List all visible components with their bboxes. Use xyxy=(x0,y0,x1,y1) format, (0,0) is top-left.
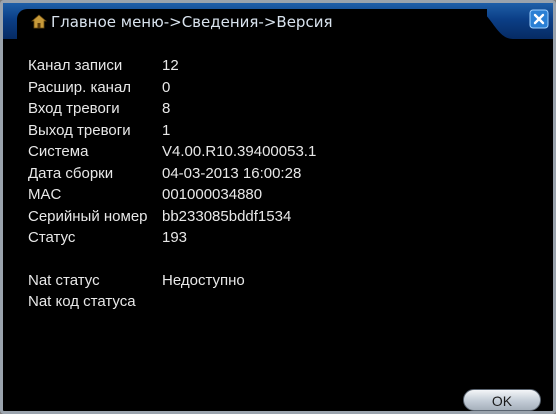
nat-status-label: Nat статус xyxy=(28,271,100,289)
info-value: 12 xyxy=(162,57,179,74)
info-label: Статус xyxy=(28,229,76,246)
info-value: 001000034880 xyxy=(162,186,263,203)
info-row-record-channels: Канал записи 12 xyxy=(28,55,316,77)
info-list: Канал записи 12 Расшир. канал 0 Вход тре… xyxy=(28,55,316,313)
info-label: Канал записи xyxy=(28,57,123,74)
info-value: 1 xyxy=(162,121,171,139)
info-row-build-date: Дата сборки 04-03-2013 16:00:28 xyxy=(28,163,316,185)
info-label: Система xyxy=(28,143,89,160)
nat-code-label: Nat код статуса xyxy=(28,293,136,310)
info-row-extra-channels: Расшир. канал 0 xyxy=(28,77,316,99)
nat-status-value: Недоступно xyxy=(162,271,245,289)
title-tab-curve xyxy=(473,9,513,39)
info-row-nat-status: Nat статус Недоступно xyxy=(28,270,316,292)
info-row-alarm-out: Выход тревоги 1 xyxy=(28,120,316,142)
info-label: MAC xyxy=(28,186,62,203)
info-row-status: Статус 193 xyxy=(28,227,316,249)
info-label: Вход тревоги xyxy=(28,100,120,117)
window-title: Главное меню->Сведения->Версия xyxy=(51,13,333,31)
ok-button[interactable]: OK xyxy=(463,389,541,411)
info-row-nat-code: Nat код статуса xyxy=(28,291,316,313)
info-label: Серийный номер xyxy=(28,207,148,225)
info-label: Дата сборки xyxy=(28,164,114,182)
info-value: 193 xyxy=(162,229,188,246)
version-info-window: Главное меню->Сведения->Версия Канал зап… xyxy=(0,0,556,414)
info-value: bb233085bddf1534 xyxy=(162,207,292,225)
info-value: 8 xyxy=(162,100,171,117)
info-label: Расшир. канал xyxy=(28,78,132,96)
info-value: V4.00.R10.39400053.1 xyxy=(162,143,317,160)
info-row-alarm-in: Вход тревоги 8 xyxy=(28,98,316,120)
info-value: 04-03-2013 16:00:28 xyxy=(162,164,302,182)
info-row-mac: MAC 001000034880 xyxy=(28,184,316,206)
info-row-serial: Серийный номер bb233085bddf1534 xyxy=(28,206,316,228)
info-row-system: Система V4.00.R10.39400053.1 xyxy=(28,141,316,163)
info-label: Выход тревоги xyxy=(28,121,131,139)
close-icon[interactable] xyxy=(529,9,549,29)
home-menu-icon xyxy=(31,14,47,29)
info-value: 0 xyxy=(162,78,171,96)
title-bar: Главное меню->Сведения->Версия xyxy=(3,3,553,39)
